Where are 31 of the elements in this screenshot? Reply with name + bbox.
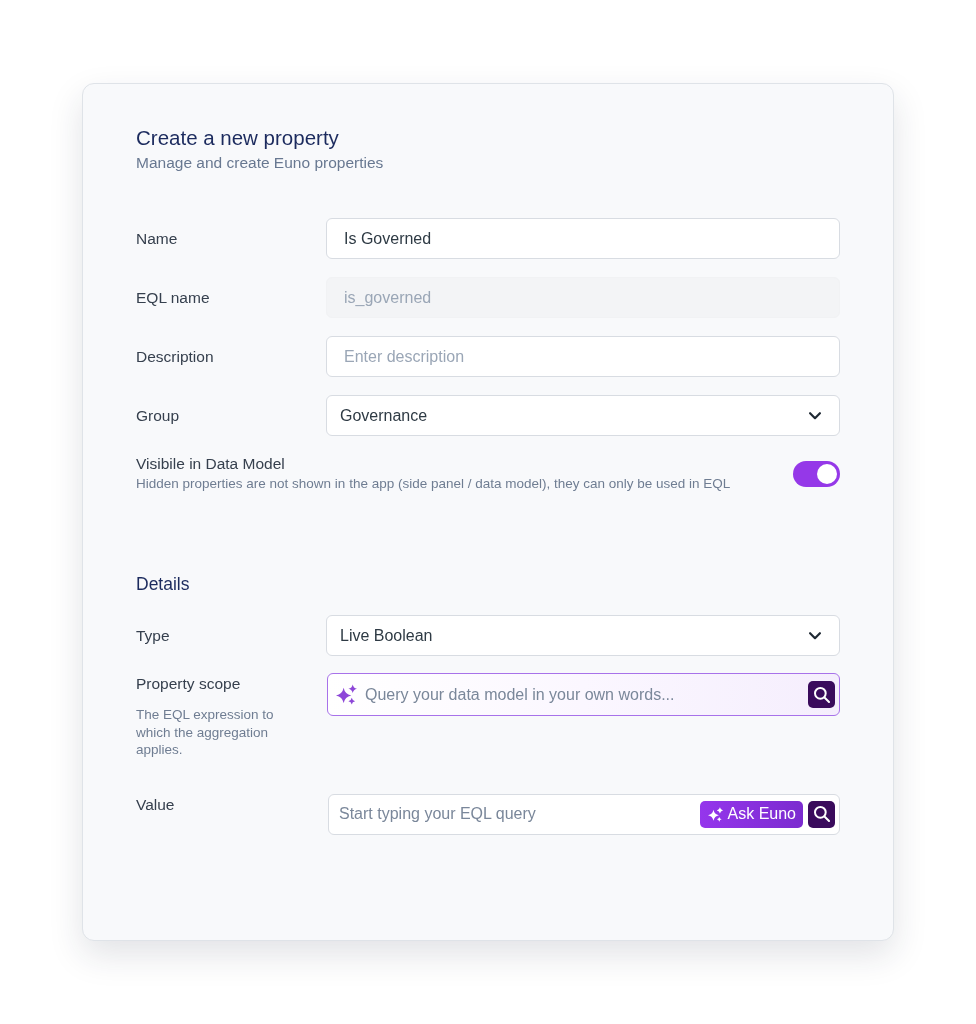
toggle-hint: Hidden properties are not shown in the app (side panel / data model), they can only be used in EQL [136, 475, 731, 493]
chevron-down-icon [809, 411, 821, 420]
help-text: The EQL expression to which the aggregation applies. [136, 706, 275, 759]
section-title: Details [136, 573, 190, 595]
toggle-label: Visibile in Data Model [136, 454, 285, 474]
field-label: Group [136, 405, 180, 426]
dropdown[interactable]: Governance [326, 395, 840, 436]
ai-query-field[interactable]: Query your data model in your own words... [327, 673, 840, 716]
dropdown[interactable]: Live Boolean [326, 615, 840, 656]
field-label: Description [136, 346, 214, 367]
query-input[interactable]: Query your data model in your own words... [365, 685, 800, 704]
text-field[interactable]: Enter description [326, 336, 840, 377]
sparkle-icon [707, 806, 723, 822]
query-input[interactable]: Start typing your EQL query [339, 805, 695, 823]
ask-euno-button[interactable]: Ask Euno [699, 800, 803, 828]
field-label: EQL name [136, 287, 210, 308]
search-icon [813, 806, 830, 822]
sparkle-icon [336, 684, 357, 705]
field-label: Name [136, 228, 178, 249]
field-label: Value [136, 794, 175, 815]
field-label: Type [136, 625, 170, 646]
eql-query-field[interactable]: Start typing your EQL query Ask Euno [328, 793, 840, 835]
field-label: Property scope [136, 674, 241, 694]
chevron-down-icon [809, 631, 821, 640]
search-icon [813, 686, 830, 703]
search-button[interactable] [808, 681, 835, 708]
text-field[interactable]: Is Governed [326, 218, 840, 259]
form-subtitle: Manage and create Euno properties [136, 153, 384, 173]
search-button[interactable] [808, 800, 835, 828]
form-title: Create a new property [136, 126, 339, 150]
visibility-toggle[interactable] [793, 460, 840, 487]
